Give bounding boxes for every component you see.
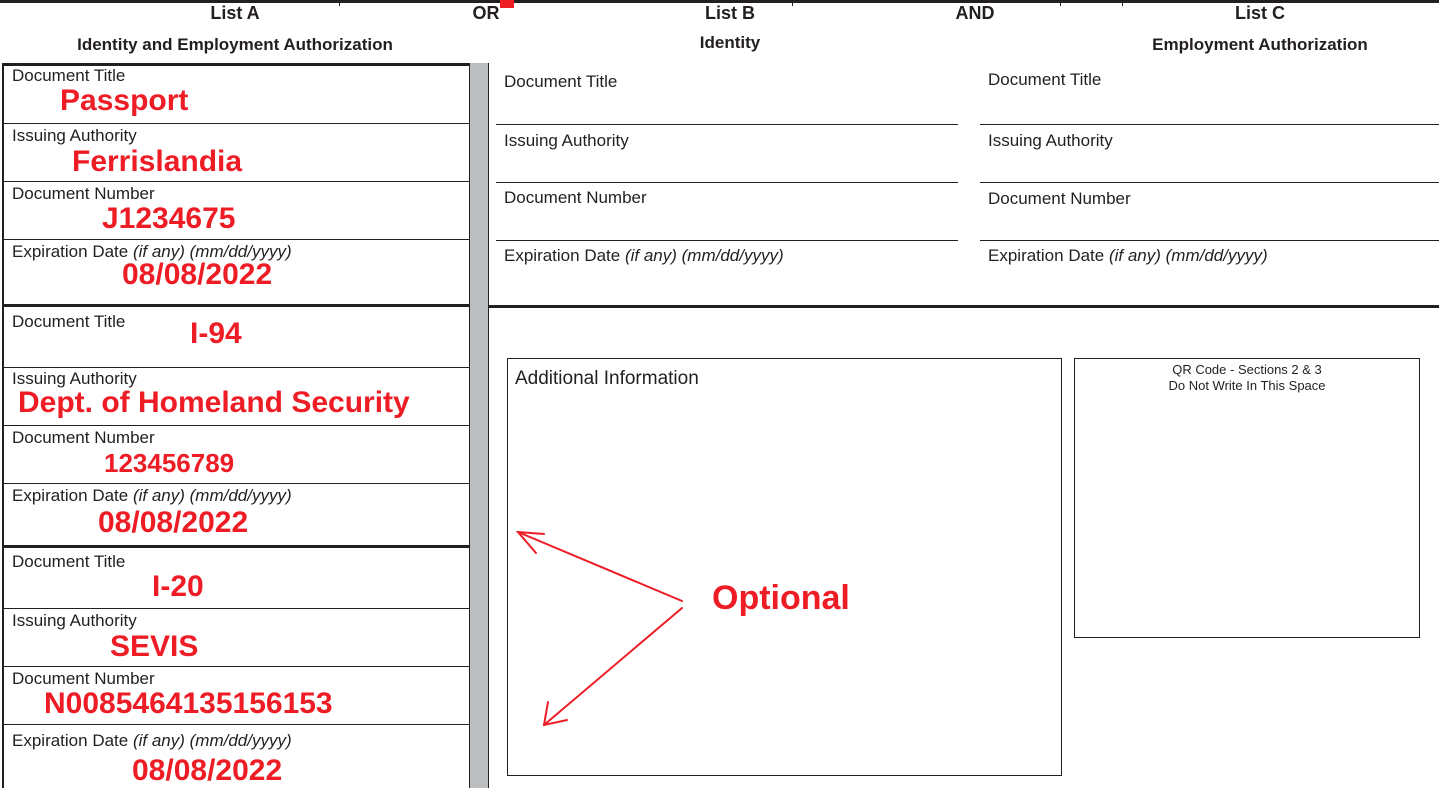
arrow-icon — [515, 530, 683, 727]
